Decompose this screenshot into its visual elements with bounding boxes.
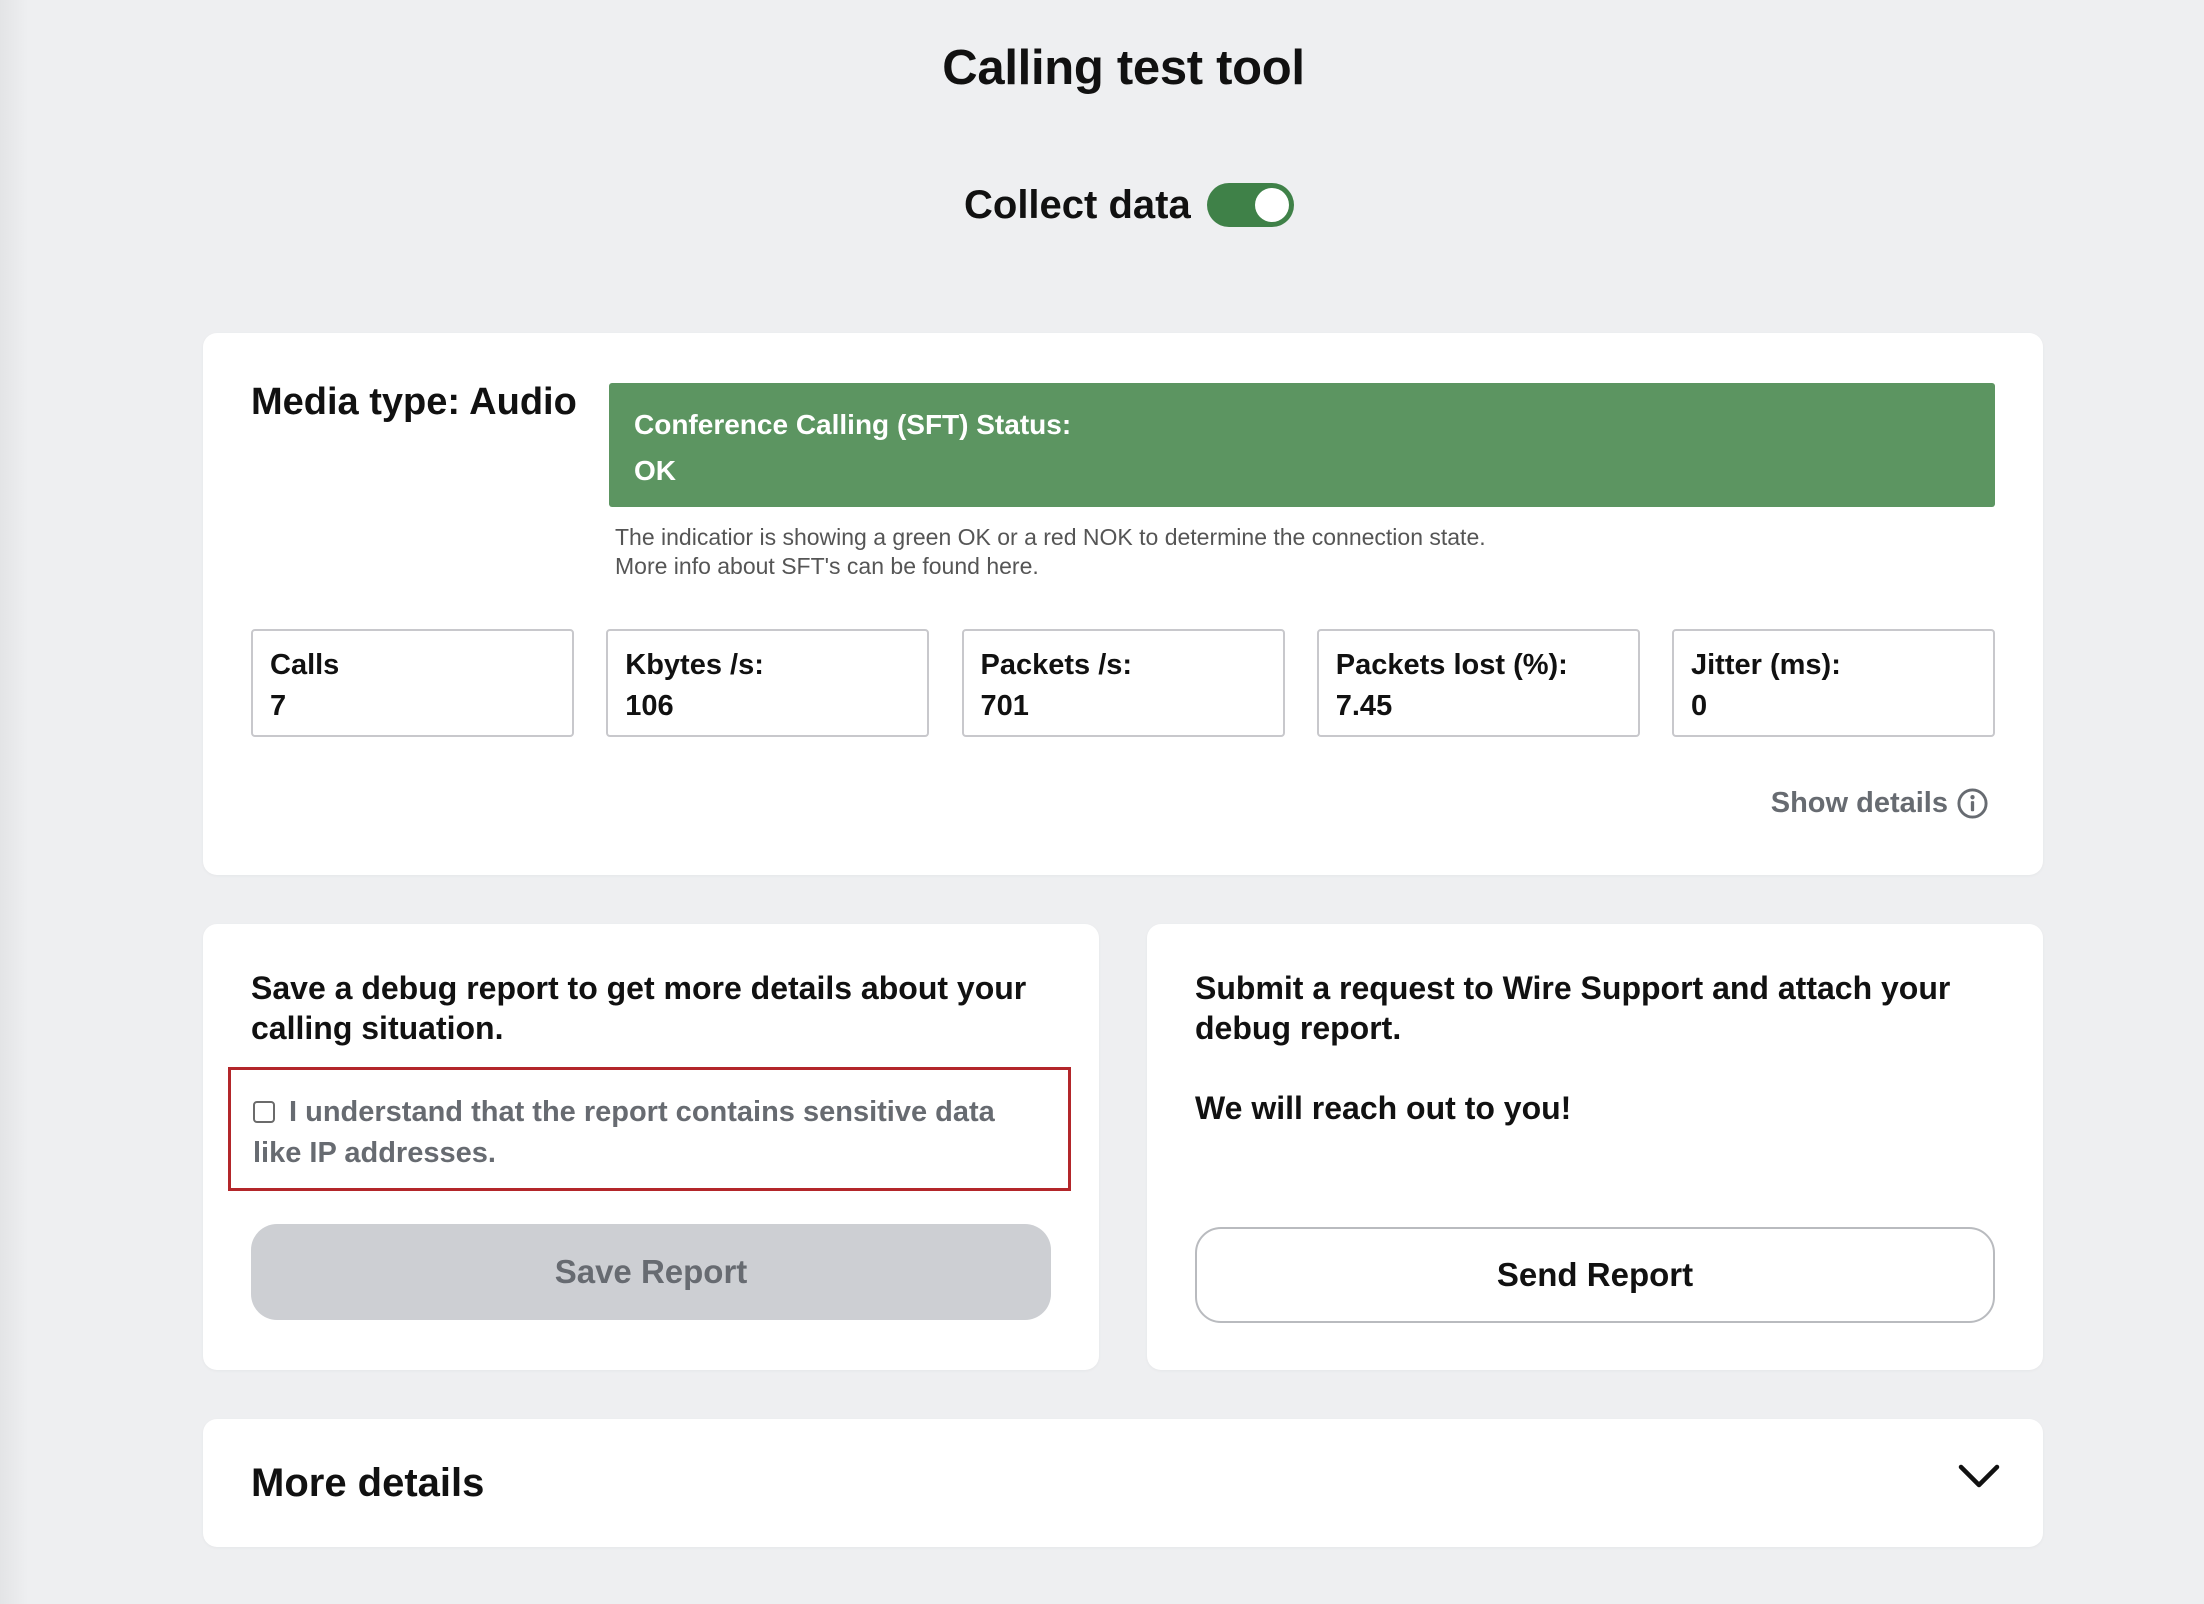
stat-packets: Packets /s: 701 — [961, 629, 1285, 737]
sft-status-heading: Conference Calling (SFT) Status: — [634, 409, 1072, 440]
collect-data-label: Collect data — [964, 182, 1191, 227]
reach-out-message: We will reach out to you! — [1195, 1090, 1572, 1126]
collect-data-row: Collect data — [964, 170, 1294, 240]
send-report-button[interactable]: Send Report — [1195, 1227, 1995, 1323]
window-edge — [0, 0, 28, 1604]
consent-text-wrap: I understand that the report contains se… — [253, 1096, 995, 1169]
stat-value: 0 — [1691, 690, 1708, 722]
stat-label: Jitter (ms): — [1691, 649, 1841, 681]
show-details-link[interactable]: Show details — [1771, 787, 1989, 820]
stat-label: Packets /s: — [980, 649, 1133, 681]
sensitive-data-consent[interactable]: I understand that the report contains se… — [228, 1067, 1071, 1191]
stat-value: 106 — [625, 690, 674, 722]
sft-status-banner: Conference Calling (SFT) Status: OK — [609, 383, 1995, 507]
stat-label: Kbytes /s: — [625, 649, 764, 681]
chevron-down-icon[interactable] — [1957, 1461, 2001, 1491]
consent-checkbox[interactable] — [253, 1101, 275, 1123]
media-card: Media type: Audio Conference Calling (SF… — [203, 333, 2043, 875]
stat-packets-lost: Packets lost (%): 7.45 — [1316, 629, 1640, 737]
status-note-line-1: The indicatior is showing a green OK or … — [615, 524, 1486, 550]
collect-data-toggle[interactable] — [1206, 183, 1294, 227]
stat-label: Packets lost (%): — [1335, 649, 1568, 681]
stat-value: 7 — [270, 690, 287, 722]
toggle-knob — [1254, 188, 1289, 222]
stat-jitter: Jitter (ms): 0 — [1672, 629, 1995, 737]
consent-label: I understand that the report contains se… — [253, 1096, 995, 1169]
info-icon — [1957, 788, 1988, 819]
stat-calls: Calls 7 — [251, 629, 574, 737]
more-details-accordion[interactable]: More details — [203, 1419, 2043, 1547]
status-note-line-2: More info about SFT's can be found here. — [615, 553, 1039, 579]
save-report-card: Save a debug report to get more details … — [203, 924, 1099, 1370]
save-report-button[interactable]: Save Report — [251, 1224, 1051, 1320]
stat-kbytes: Kbytes /s: 106 — [606, 629, 930, 737]
status-note: The indicatior is showing a green OK or … — [615, 523, 1486, 581]
sft-status-value: OK — [634, 455, 676, 486]
media-type-title: Media type: Audio — [251, 381, 577, 423]
show-details-label: Show details — [1770, 787, 1948, 819]
page-title: Calling test tool — [942, 41, 1305, 95]
send-report-card: Submit a request to Wire Support and att… — [1147, 924, 2043, 1370]
stat-value: 701 — [980, 690, 1029, 722]
stat-value: 7.45 — [1335, 690, 1393, 722]
stats-row: Calls 7 Kbytes /s: 106 Packets /s: 701 P… — [251, 629, 1995, 737]
save-report-description: Save a debug report to get more details … — [251, 970, 1027, 1046]
stat-label: Calls — [270, 649, 340, 681]
send-report-description: Submit a request to Wire Support and att… — [1195, 970, 1951, 1046]
more-details-title: More details — [251, 1461, 485, 1505]
